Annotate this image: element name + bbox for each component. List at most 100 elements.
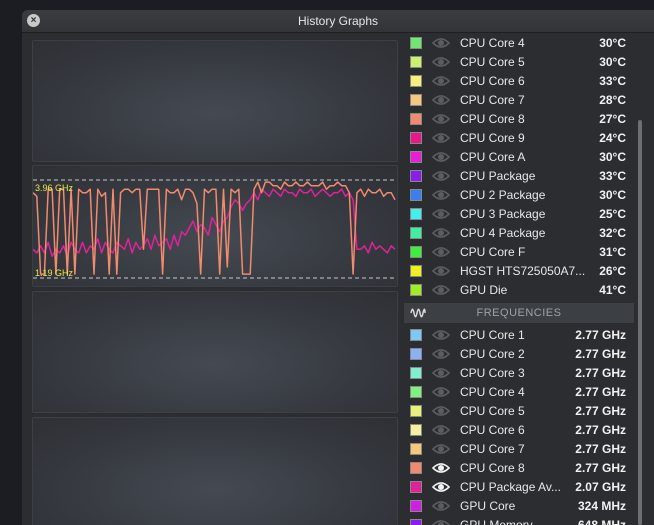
sensor-list[interactable]: CPU Core 4 30°C CPU Core 5 30°C CPU Core 6 33… <box>404 32 634 525</box>
color-swatch[interactable] <box>410 151 422 163</box>
eye-icon[interactable] <box>431 282 451 298</box>
sensor-value: 324 MHz <box>577 499 626 513</box>
sensor-value: 2.77 GHz <box>575 366 626 380</box>
color-swatch[interactable] <box>410 386 422 398</box>
color-swatch[interactable] <box>410 208 422 220</box>
sensor-row[interactable]: CPU Core 4 30°C <box>404 34 634 53</box>
sensor-row[interactable]: CPU Package 33°C <box>404 167 634 186</box>
section-title: FREQUENCIES <box>476 307 562 319</box>
color-swatch[interactable] <box>410 443 422 455</box>
eye-icon[interactable] <box>431 422 451 438</box>
eye-icon[interactable] <box>431 384 451 400</box>
sensor-row[interactable]: CPU Core 2 2.77 GHz <box>404 345 634 364</box>
sensor-row[interactable]: CPU Core A 30°C <box>404 148 634 167</box>
sensor-row[interactable]: CPU Core 8 2.77 GHz <box>404 459 634 478</box>
sensor-value: 28°C <box>599 93 626 107</box>
sensor-row[interactable]: CPU 2 Package 30°C <box>404 186 634 205</box>
color-swatch[interactable] <box>410 246 422 258</box>
color-swatch[interactable] <box>410 519 422 525</box>
graph-area: 3.96 GHz 1.19 GHz <box>32 40 398 525</box>
sensor-row[interactable]: CPU 4 Package 32°C <box>404 224 634 243</box>
eye-icon[interactable] <box>431 168 451 184</box>
color-swatch[interactable] <box>410 56 422 68</box>
eye-icon[interactable] <box>431 35 451 51</box>
sensor-row[interactable]: CPU Core 5 2.77 GHz <box>404 402 634 421</box>
sensor-row[interactable]: CPU Core 3 2.77 GHz <box>404 364 634 383</box>
sensor-row[interactable]: CPU Core 7 2.77 GHz <box>404 440 634 459</box>
sensor-name: GPU Core <box>460 499 516 513</box>
history-graphs-window: × History Graphs 3.96 GHz 1.19 GHz CPU C… <box>22 10 654 525</box>
color-swatch[interactable] <box>410 265 422 277</box>
eye-icon[interactable] <box>431 149 451 165</box>
eye-icon[interactable] <box>431 92 451 108</box>
sensor-name: CPU 4 Package <box>460 226 546 240</box>
sensor-name: CPU Core 8 <box>460 461 525 475</box>
color-swatch[interactable] <box>410 189 422 201</box>
eye-icon[interactable] <box>431 346 451 362</box>
sensor-name: CPU Core 1 <box>460 328 525 342</box>
graph-min-label: 1.19 GHz <box>35 268 74 278</box>
sensor-row[interactable]: GPU Die 41°C <box>404 281 634 300</box>
color-swatch[interactable] <box>410 75 422 87</box>
eye-icon[interactable] <box>431 460 451 476</box>
color-swatch[interactable] <box>410 284 422 296</box>
sensor-row[interactable]: CPU Core 6 2.77 GHz <box>404 421 634 440</box>
sensor-name: CPU Core 6 <box>460 423 525 437</box>
color-swatch[interactable] <box>410 424 422 436</box>
color-swatch[interactable] <box>410 170 422 182</box>
color-swatch[interactable] <box>410 94 422 106</box>
sensor-name: CPU Core 2 <box>460 347 525 361</box>
eye-icon[interactable] <box>431 517 451 525</box>
eye-icon[interactable] <box>431 206 451 222</box>
color-swatch[interactable] <box>410 329 422 341</box>
sensor-row[interactable]: CPU Core 7 28°C <box>404 91 634 110</box>
sensor-row[interactable]: CPU Core F 31°C <box>404 243 634 262</box>
sensor-row[interactable]: CPU Core 4 2.77 GHz <box>404 383 634 402</box>
color-swatch[interactable] <box>410 37 422 49</box>
sensor-name: CPU Core 5 <box>460 55 525 69</box>
scrollbar[interactable] <box>638 120 642 525</box>
sensor-row[interactable]: CPU Package Av... 2.07 GHz <box>404 478 634 497</box>
color-swatch[interactable] <box>410 481 422 493</box>
color-swatch[interactable] <box>410 227 422 239</box>
sensor-value: 648 MHz <box>577 518 626 525</box>
color-swatch[interactable] <box>410 405 422 417</box>
sensor-value: 30°C <box>599 36 626 50</box>
frequency-graph-panel: 3.96 GHz 1.19 GHz <box>32 165 398 287</box>
eye-icon[interactable] <box>431 244 451 260</box>
eye-icon[interactable] <box>431 130 451 146</box>
color-swatch[interactable] <box>410 500 422 512</box>
eye-icon[interactable] <box>431 54 451 70</box>
eye-icon[interactable] <box>431 187 451 203</box>
eye-icon[interactable] <box>431 263 451 279</box>
sensor-row[interactable]: CPU Core 6 33°C <box>404 72 634 91</box>
sensor-row[interactable]: CPU 3 Package 25°C <box>404 205 634 224</box>
eye-icon[interactable] <box>431 111 451 127</box>
sensor-row[interactable]: HGST HTS725050A7... 26°C <box>404 262 634 281</box>
color-swatch[interactable] <box>410 348 422 360</box>
sensor-row[interactable]: CPU Core 1 2.77 GHz <box>404 326 634 345</box>
eye-icon[interactable] <box>431 498 451 514</box>
sensor-row[interactable]: GPU Memory 648 MHz <box>404 516 634 525</box>
eye-icon[interactable] <box>431 441 451 457</box>
eye-icon[interactable] <box>431 403 451 419</box>
sensor-row[interactable]: CPU Core 5 30°C <box>404 53 634 72</box>
color-swatch[interactable] <box>410 132 422 144</box>
color-swatch[interactable] <box>410 367 422 379</box>
sensor-value: 30°C <box>599 55 626 69</box>
sensor-value: 27°C <box>599 112 626 126</box>
sensor-row[interactable]: GPU Core 324 MHz <box>404 497 634 516</box>
eye-icon[interactable] <box>431 327 451 343</box>
eye-icon[interactable] <box>431 365 451 381</box>
section-header-frequencies: FREQUENCIES <box>404 303 634 323</box>
eye-icon[interactable] <box>431 225 451 241</box>
sensor-name: CPU Core 9 <box>460 131 525 145</box>
color-swatch[interactable] <box>410 462 422 474</box>
sensor-row[interactable]: CPU Core 8 27°C <box>404 110 634 129</box>
sensor-value: 2.77 GHz <box>575 404 626 418</box>
eye-icon[interactable] <box>431 479 451 495</box>
eye-icon[interactable] <box>431 73 451 89</box>
sensor-row[interactable]: CPU Core 9 24°C <box>404 129 634 148</box>
sensor-name: GPU Die <box>460 283 508 297</box>
color-swatch[interactable] <box>410 113 422 125</box>
